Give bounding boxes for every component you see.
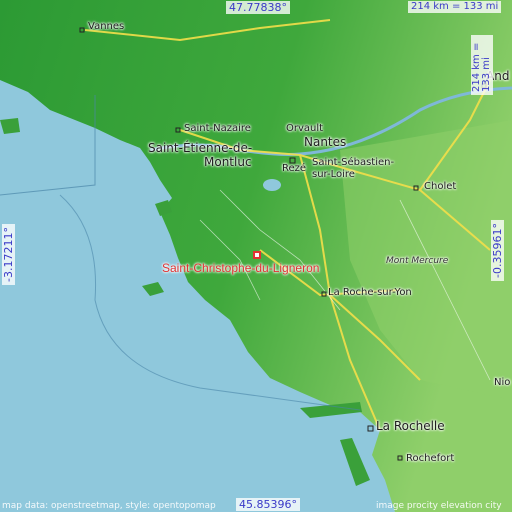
right-coordinate: -0.35961° xyxy=(490,220,504,281)
scale-right: 214 km = 133 mi xyxy=(471,35,493,95)
place-montluc: Montluc xyxy=(204,155,252,169)
highlight-label: Saint-Christophe-du-Ligneron xyxy=(162,261,320,275)
place-vannes: Vannes xyxy=(88,21,125,32)
attribution: map data: openstreetmap, style: opentopo… xyxy=(2,501,216,511)
top-coordinate: 47.77838° xyxy=(226,1,290,14)
place-mont-mercure: Mont Mercure xyxy=(386,256,449,266)
source-credit: image procity elevation city xyxy=(376,501,502,511)
place-nantes: Nantes xyxy=(304,135,347,149)
scale-top: 214 km = 133 mi xyxy=(408,1,502,13)
bottom-coordinate: 45.85396° xyxy=(236,498,300,511)
place-saint-sebastien: Saint-Sébastien- xyxy=(312,157,395,168)
place-niort: Nio xyxy=(494,377,511,388)
place-rochefort: Rochefort xyxy=(406,453,455,464)
highlight-marker xyxy=(253,251,261,259)
place-orvault: Orvault xyxy=(286,123,324,134)
place-saint-nazaire: Saint-Nazaire xyxy=(184,123,251,134)
place-la-rochelle: La Rochelle xyxy=(376,419,445,433)
place-sur-loire: sur-Loire xyxy=(312,169,355,180)
place-saint-etienne: Saint-Étienne-de- xyxy=(148,141,253,155)
left-coordinate: -3.17211° xyxy=(1,224,15,285)
place-la-roche: La Roche-sur-Yon xyxy=(328,287,412,298)
place-cholet: Cholet xyxy=(424,181,457,192)
place-reze: Rezé xyxy=(282,163,307,174)
map[interactable]: Vannes Saint-Nazaire Saint-Étienne-de- M… xyxy=(0,0,512,512)
lake-grandlieu xyxy=(263,179,281,191)
